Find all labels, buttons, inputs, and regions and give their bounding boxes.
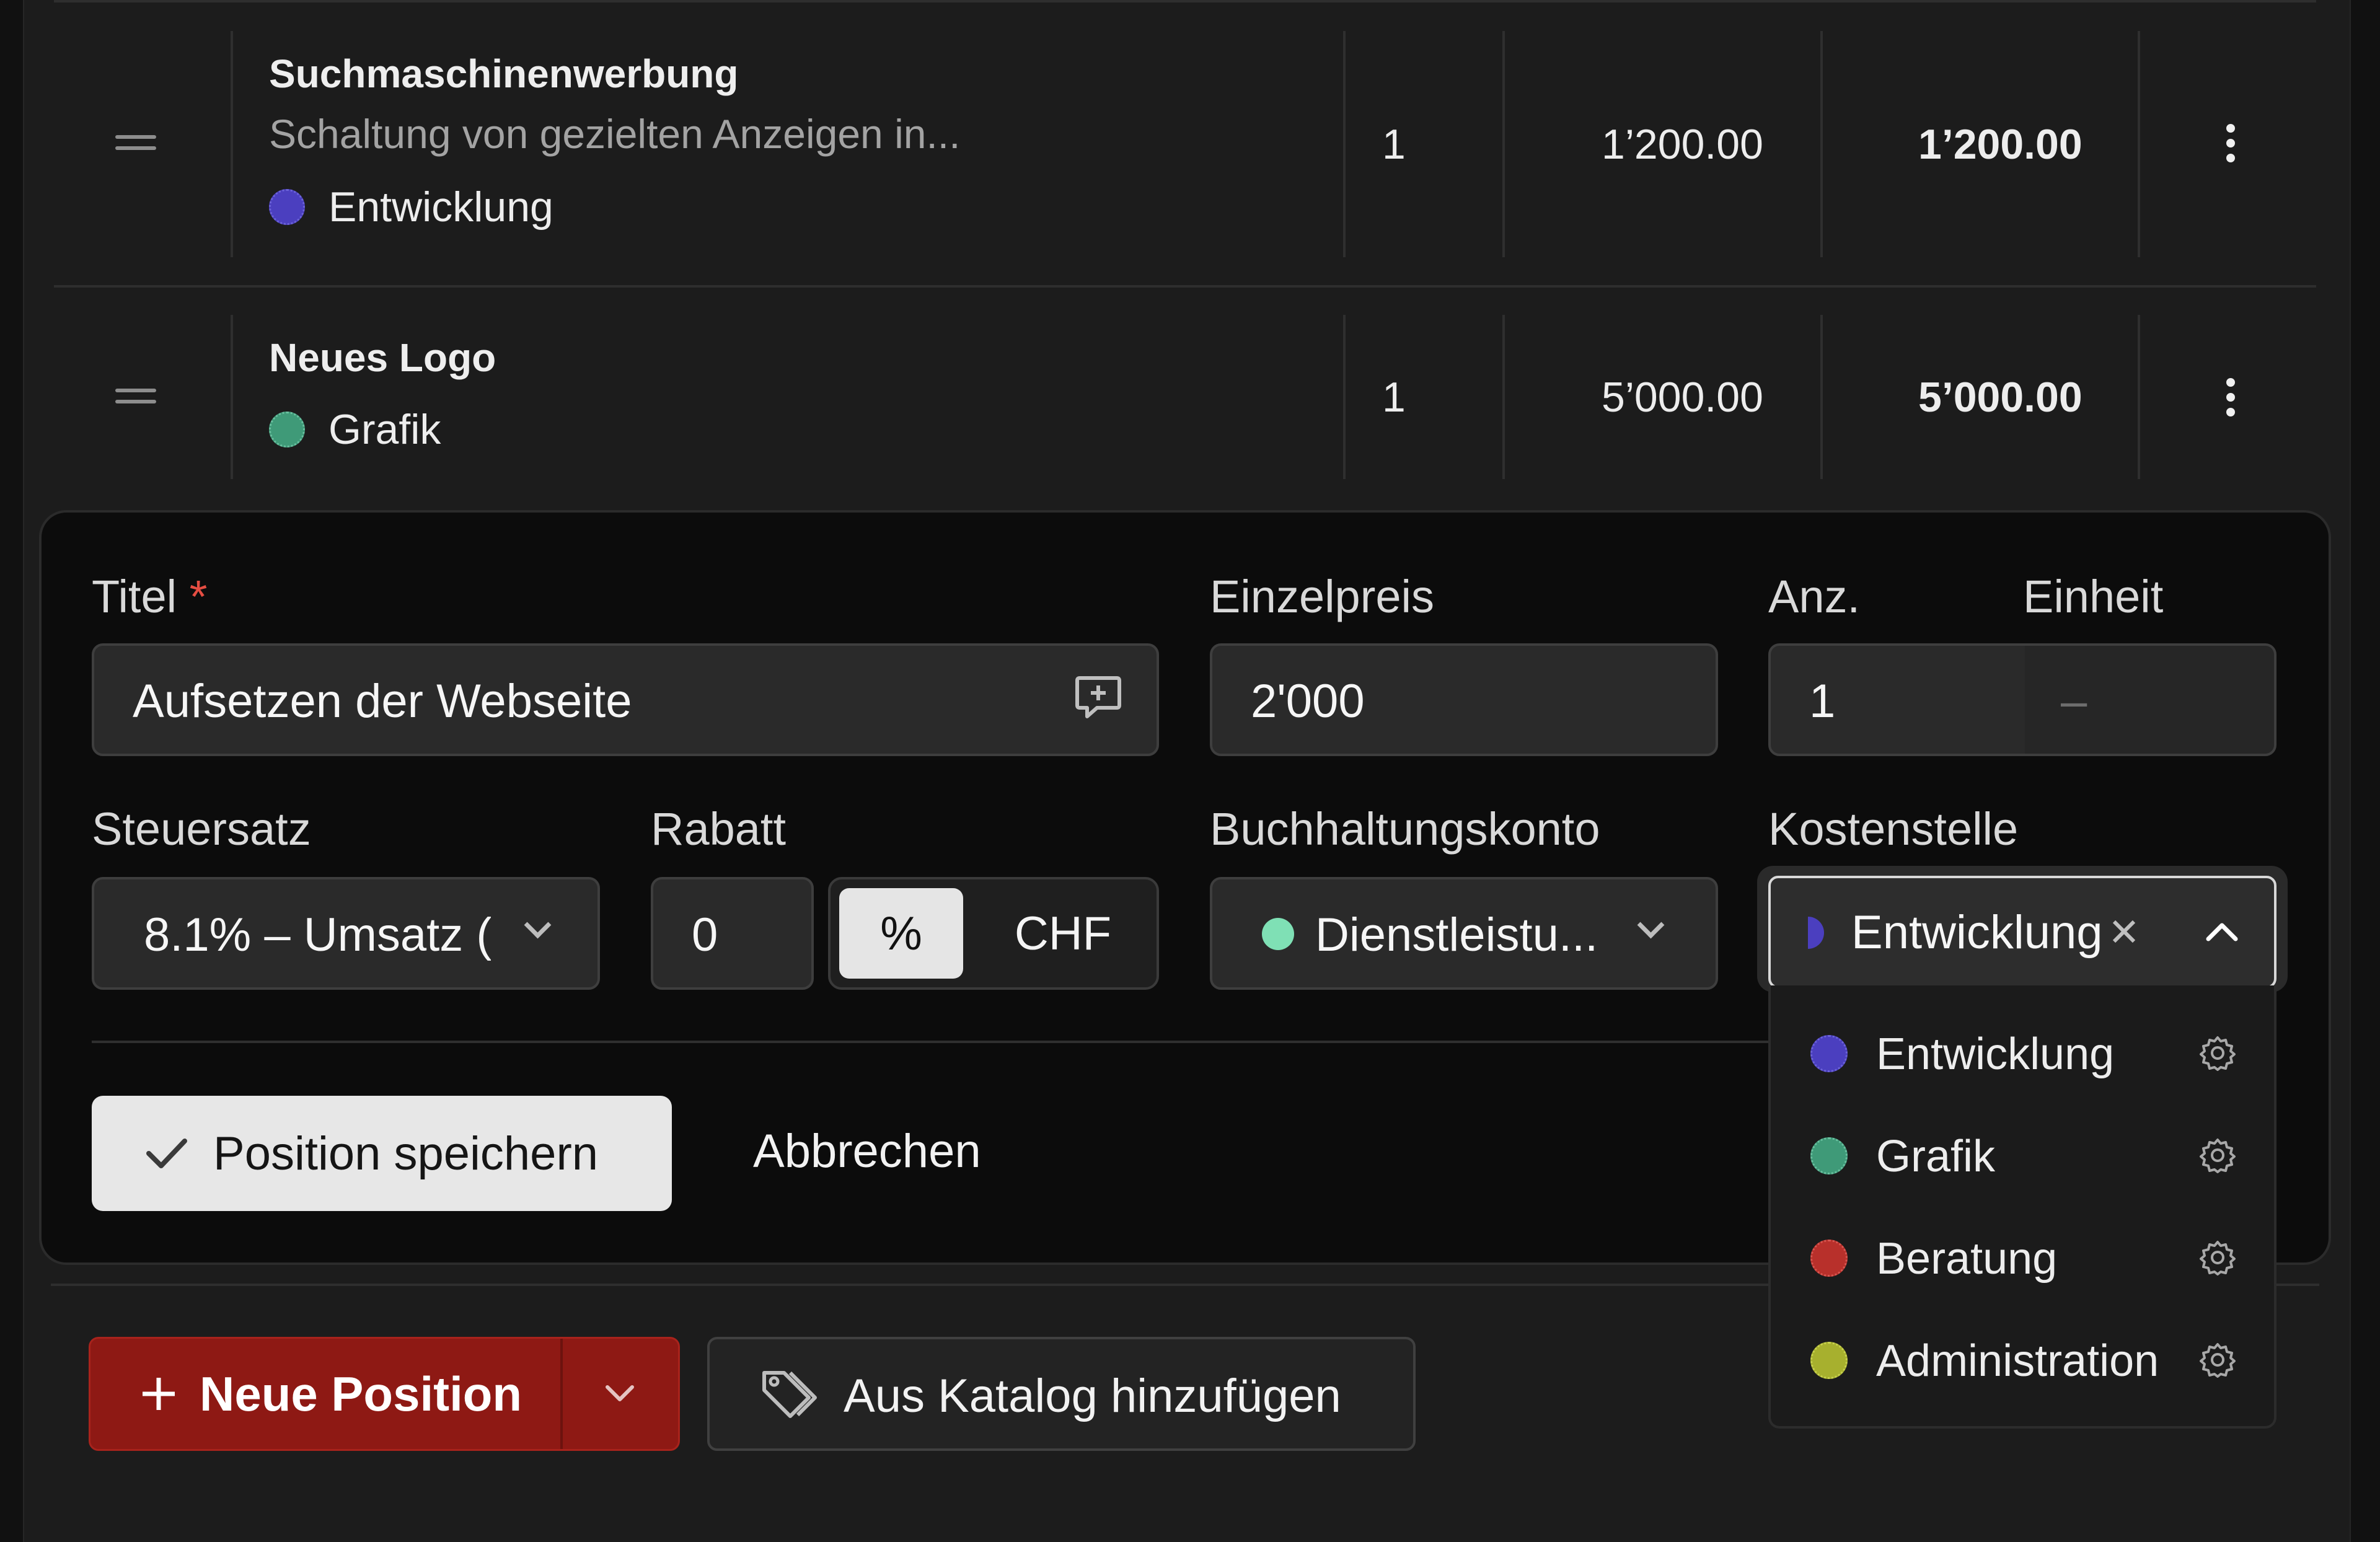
item-total: 1’200.00	[1918, 121, 2082, 168]
column-divider	[1502, 31, 1505, 257]
clear-selection-icon[interactable]	[2110, 918, 2138, 945]
new-position-split-button: Neue Position	[89, 1337, 680, 1451]
row-divider	[54, 0, 2316, 2]
item-quantity: 1	[1382, 374, 1406, 421]
cost-center-select[interactable]: Entwicklung	[1768, 876, 2276, 989]
unit-label: Einheit	[2023, 571, 2164, 622]
column-divider	[231, 31, 233, 257]
tax-rate-select[interactable]: 8.1% – Umsatz (N	[92, 877, 600, 990]
discount-percent-option[interactable]: %	[839, 888, 963, 979]
option-label: Grafik	[1876, 1132, 1996, 1181]
account-status-dot-icon	[1262, 918, 1294, 950]
dropdown-option[interactable]: Beratung	[1771, 1209, 2279, 1308]
cost-center-value: Entwicklung	[1851, 906, 2103, 959]
chevron-down-icon	[1637, 911, 1665, 939]
more-options-icon[interactable]	[2226, 378, 2235, 423]
unit-price-label: Einzelpreis	[1210, 571, 1434, 622]
chevron-down-icon	[606, 1385, 634, 1401]
add-from-catalog-button[interactable]: Aus Katalog hinzufügen	[707, 1337, 1416, 1451]
gear-icon[interactable]	[2200, 1342, 2236, 1378]
quantity-label: Anz.	[1768, 571, 1861, 622]
tags-icon	[762, 1371, 817, 1418]
column-divider	[1343, 31, 1346, 257]
cancel-button[interactable]: Abbrechen	[753, 1124, 981, 1178]
quantity-unit-group: 1 –	[1768, 643, 2276, 756]
save-button-label: Position speichern	[213, 1127, 599, 1180]
color-dot-icon	[1810, 1240, 1848, 1277]
title-label: Titel *	[92, 570, 207, 623]
option-label: Entwicklung	[1876, 1029, 2115, 1079]
chevron-up-icon[interactable]	[2205, 920, 2239, 943]
color-dot-icon	[1810, 1137, 1848, 1174]
gear-icon[interactable]	[2200, 1240, 2236, 1275]
discount-label: Rabatt	[651, 803, 787, 855]
half-dot-icon	[1808, 917, 1824, 949]
option-label: Administration	[1876, 1336, 2159, 1386]
title-label-text: Titel	[92, 571, 177, 622]
plus-icon	[143, 1378, 175, 1410]
tax-rate-value: 8.1% – Umsatz (N	[144, 909, 491, 961]
more-options-icon[interactable]	[2226, 124, 2235, 169]
tag-label: Entwicklung	[328, 183, 553, 231]
gear-icon[interactable]	[2200, 1137, 2236, 1173]
save-position-button[interactable]: Position speichern	[92, 1096, 672, 1211]
column-divider	[2138, 31, 2140, 257]
title-input-value: Aufsetzen der Webseite	[133, 675, 632, 728]
tax-rate-label: Steuersatz	[92, 803, 311, 855]
account-value: Dienstleistu...	[1315, 909, 1598, 961]
color-dot-icon	[269, 189, 305, 225]
item-quantity: 1	[1382, 121, 1406, 168]
chevron-down-icon	[524, 911, 552, 939]
new-position-label: Neue Position	[200, 1366, 522, 1421]
column-divider	[1502, 315, 1505, 479]
dropdown-option[interactable]: Grafik	[1771, 1106, 2279, 1205]
drag-handle-icon[interactable]	[115, 135, 156, 157]
quantity-input[interactable]: 1	[1771, 646, 2025, 754]
item-title: Neues Logo	[269, 335, 496, 380]
quantity-value: 1	[1809, 675, 1836, 728]
column-divider	[2138, 315, 2140, 479]
item-title: Suchmaschinenwerbung	[269, 51, 739, 96]
new-position-button[interactable]: Neue Position	[90, 1339, 562, 1449]
unit-price-input[interactable]: 2'000	[1210, 643, 1718, 756]
color-dot-icon	[1810, 1342, 1848, 1379]
item-unit-price: 5’000.00	[1602, 374, 1763, 421]
required-asterisk: *	[189, 571, 208, 622]
cost-center-tag: Entwicklung	[269, 183, 553, 231]
title-input[interactable]: Aufsetzen der Webseite	[92, 643, 1159, 756]
color-dot-icon	[1810, 1035, 1848, 1072]
new-position-dropdown-toggle[interactable]	[563, 1339, 678, 1449]
tag-label: Grafik	[328, 406, 441, 453]
item-unit-price: 1’200.00	[1602, 121, 1763, 168]
cost-center-tag: Grafik	[269, 405, 441, 454]
row-divider	[54, 285, 2316, 288]
discount-chf-option[interactable]: CHF	[979, 888, 1147, 979]
color-dot-icon	[269, 412, 305, 447]
account-label: Buchhaltungskonto	[1210, 803, 1600, 855]
unit-select[interactable]: –	[2025, 646, 2274, 754]
unit-price-value: 2'000	[1251, 675, 1365, 728]
add-comment-icon[interactable]	[1073, 673, 1123, 723]
catalog-button-label: Aus Katalog hinzufügen	[844, 1370, 1341, 1422]
column-divider	[231, 315, 233, 479]
column-divider	[1820, 315, 1823, 479]
dropdown-option[interactable]: Entwicklung	[1771, 1004, 2279, 1103]
column-divider	[1820, 31, 1823, 257]
discount-value: 0	[692, 909, 718, 961]
gear-icon[interactable]	[2200, 1035, 2236, 1071]
account-select[interactable]: Dienstleistu...	[1210, 877, 1718, 990]
drag-handle-icon[interactable]	[115, 389, 156, 411]
column-divider	[1343, 315, 1346, 479]
discount-mode-toggle: % CHF	[828, 877, 1159, 990]
item-description: Schaltung von gezielten Anzeigen in...	[269, 111, 961, 157]
form-divider	[92, 1041, 1771, 1043]
dropdown-option[interactable]: Administration	[1771, 1311, 2279, 1410]
discount-input[interactable]: 0	[651, 877, 814, 990]
cost-center-label: Kostenstelle	[1768, 803, 2019, 855]
checkmark-icon	[146, 1139, 187, 1168]
item-total: 5’000.00	[1918, 374, 2082, 421]
unit-value: –	[2061, 675, 2087, 728]
cost-center-dropdown: Entwicklung Grafik Beratung Administrati…	[1768, 985, 2276, 1429]
option-label: Beratung	[1876, 1234, 2058, 1284]
